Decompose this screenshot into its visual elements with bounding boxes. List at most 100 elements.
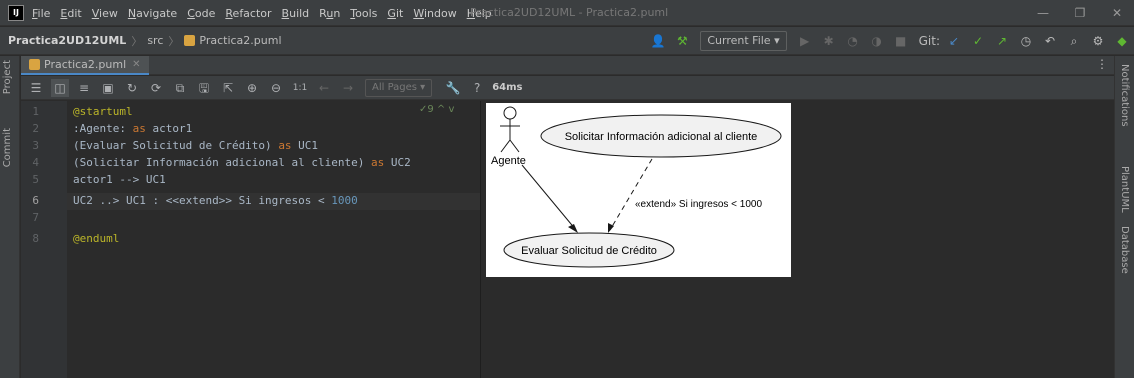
code-line-4: (Solicitar Información adicional al clie… bbox=[73, 156, 411, 169]
line-number: 1 bbox=[32, 105, 39, 118]
git-push-icon[interactable]: ↗ bbox=[992, 31, 1012, 51]
code-editor[interactable]: 1 2 3 4 5 6 7 8 @startuml :Agente: as actor1 (E… bbox=[21, 101, 480, 378]
user-account-icon[interactable]: 👤 bbox=[648, 31, 668, 51]
editor-only-icon[interactable]: ☰ bbox=[27, 79, 45, 97]
coverage-icon[interactable]: ◔ bbox=[843, 31, 863, 51]
line-number: 8 bbox=[32, 232, 39, 245]
navbar-toolbar: 👤 ⚒ Current File ▾ ▶ ✱ ◔ ◑ ■ Git: ↙ ✓ ↗ … bbox=[646, 27, 1134, 55]
debug-icon[interactable]: ✱ bbox=[819, 31, 839, 51]
menu-mnemonic: V bbox=[91, 6, 100, 20]
code-line-1: @startuml bbox=[73, 105, 133, 118]
menu-label-part: it bbox=[395, 6, 404, 20]
title-bar: IJ File Edit View Navigate Code Refactor Build… bbox=[0, 0, 1134, 26]
left-tool-strip: Project Commit bbox=[0, 56, 20, 378]
settings-wrench-icon[interactable]: 🔧 bbox=[444, 79, 462, 97]
menu-navigate[interactable]: Navigate bbox=[128, 7, 177, 20]
menu-label-part: dit bbox=[67, 6, 82, 20]
pages-dropdown[interactable]: All Pages ▾ bbox=[365, 78, 433, 97]
profile-icon[interactable]: ◑ bbox=[867, 31, 887, 51]
build-hammer-icon[interactable]: ⚒ bbox=[672, 31, 692, 51]
line-number: 5 bbox=[32, 173, 39, 186]
menu-label-part: indow bbox=[423, 6, 457, 20]
menu-edit[interactable]: Edit bbox=[60, 7, 81, 20]
menu-view[interactable]: View bbox=[92, 7, 118, 20]
breadcrumb-separator: 〉 bbox=[131, 34, 143, 48]
breadcrumb-file[interactable]: Practica2.puml bbox=[199, 34, 281, 47]
close-tab-icon[interactable]: ✕ bbox=[132, 59, 140, 70]
database-tool-button[interactable]: Database bbox=[1119, 226, 1130, 274]
diagram-preview: Agente Solicitar Información adicional a… bbox=[481, 101, 1114, 378]
settings-gear-icon[interactable]: ⚙ bbox=[1088, 31, 1108, 51]
right-tool-strip: Notifications PlantUML Database bbox=[1114, 56, 1134, 378]
split-view-icon[interactable]: ◫ bbox=[51, 78, 69, 97]
rollback-icon[interactable]: ↶ bbox=[1040, 31, 1060, 51]
search-icon[interactable]: ⌕ bbox=[1064, 31, 1084, 51]
preview-only-icon[interactable]: ▣ bbox=[99, 79, 117, 97]
minimize-button[interactable]: — bbox=[1026, 0, 1060, 26]
editor-and-preview-icon[interactable]: ≡ bbox=[75, 79, 93, 97]
menu-file[interactable]: File bbox=[32, 7, 50, 20]
plantuml-file-icon bbox=[29, 59, 40, 70]
close-window-button[interactable]: ✕ bbox=[1100, 0, 1134, 26]
extend-label: «extend» Si ingresos < 1000 bbox=[635, 199, 762, 210]
menu-mnemonic: C bbox=[187, 6, 195, 20]
run-icon[interactable]: ▶ bbox=[795, 31, 815, 51]
menu-tools[interactable]: Tools bbox=[350, 7, 377, 20]
zoom-in-icon[interactable]: ⊕ bbox=[243, 79, 261, 97]
navigation-bar: Practica2UD12UML 〉 src 〉 Practica2.puml … bbox=[0, 27, 1134, 55]
tab-practica2-puml[interactable]: Practica2.puml ✕ bbox=[21, 56, 149, 75]
more-options-icon[interactable]: ⋮ bbox=[1096, 57, 1108, 71]
actor-label: Agente bbox=[491, 155, 526, 167]
menu-label-part: n bbox=[333, 6, 341, 20]
use-case-uc2-label: Solicitar Información adicional al clien… bbox=[565, 131, 758, 143]
use-case-diagram: Agente Solicitar Información adicional a… bbox=[486, 103, 791, 277]
history-icon[interactable]: ◷ bbox=[1016, 31, 1036, 51]
next-page-icon[interactable]: → bbox=[339, 79, 357, 97]
help-icon[interactable]: ? bbox=[468, 79, 486, 97]
maximize-button[interactable]: ❐ bbox=[1063, 0, 1097, 26]
editor-tab-strip: Practica2.puml ✕ ⋮ bbox=[21, 56, 1114, 75]
menu-label-part: efactor bbox=[232, 6, 272, 20]
commit-tool-button[interactable]: Commit bbox=[2, 128, 13, 167]
actual-size-icon[interactable]: 1:1 bbox=[291, 79, 309, 97]
previous-page-icon[interactable]: ← bbox=[315, 79, 333, 97]
render-time: 64ms bbox=[492, 82, 523, 93]
menu-mnemonic: N bbox=[127, 6, 137, 20]
plantuml-tool-button[interactable]: PlantUML bbox=[1119, 166, 1130, 213]
plantuml-toolbar: ☰ ◫ ≡ ▣ ↻ ⟳ ⧉ 🖫 ⇱ ⊕ ⊖ 1:1 ← → All Pages … bbox=[21, 76, 1114, 100]
copy-diagram-icon[interactable]: ⧉ bbox=[171, 79, 189, 97]
refresh-icon[interactable]: ↻ bbox=[123, 79, 141, 97]
menu-build[interactable]: Build bbox=[282, 7, 310, 20]
menu-refactor[interactable]: Refactor bbox=[225, 7, 271, 20]
menu-label-part: ode bbox=[194, 6, 216, 20]
line-number: 6 bbox=[32, 194, 39, 207]
stop-icon[interactable]: ■ bbox=[891, 31, 911, 51]
line-number: 4 bbox=[32, 156, 39, 169]
menu-mnemonic: B bbox=[281, 6, 290, 20]
menu-run[interactable]: Run bbox=[319, 7, 340, 20]
git-commit-icon[interactable]: ✓ bbox=[968, 31, 988, 51]
menu-window[interactable]: Window bbox=[413, 7, 456, 20]
menu-git[interactable]: Git bbox=[387, 7, 403, 20]
tab-label: Practica2.puml bbox=[44, 58, 127, 71]
line-number: 2 bbox=[32, 122, 39, 135]
use-case-uc1-label: Evaluar Solicitud de Crédito bbox=[521, 245, 657, 257]
menu-label-part: ools bbox=[355, 6, 378, 20]
open-external-icon[interactable]: ⇱ bbox=[219, 79, 237, 97]
save-diagram-icon[interactable]: 🖫 bbox=[195, 79, 213, 97]
plugin-icon[interactable]: ◆ bbox=[1112, 31, 1132, 51]
menu-code[interactable]: Code bbox=[187, 7, 215, 20]
menu-mnemonic: G bbox=[387, 6, 396, 20]
notifications-tool-button[interactable]: Notifications bbox=[1119, 64, 1130, 127]
reload-icon[interactable]: ⟳ bbox=[147, 79, 165, 97]
zoom-out-icon[interactable]: ⊖ bbox=[267, 79, 285, 97]
git-update-icon[interactable]: ↙ bbox=[944, 31, 964, 51]
code-line-2: :Agente: as actor1 bbox=[73, 122, 193, 135]
breadcrumb-folder[interactable]: src bbox=[147, 34, 163, 47]
code-line-6: UC2 ..> UC1 : <<extend>> Si ingresos < 1… bbox=[73, 194, 358, 207]
run-configuration-dropdown[interactable]: Current File ▾ bbox=[700, 31, 787, 51]
breadcrumb-project[interactable]: Practica2UD12UML bbox=[8, 34, 126, 47]
inspection-widget[interactable]: ✓9 ^ v bbox=[419, 104, 454, 115]
project-tool-button[interactable]: Project bbox=[2, 60, 13, 94]
line-number: 7 bbox=[32, 211, 39, 224]
